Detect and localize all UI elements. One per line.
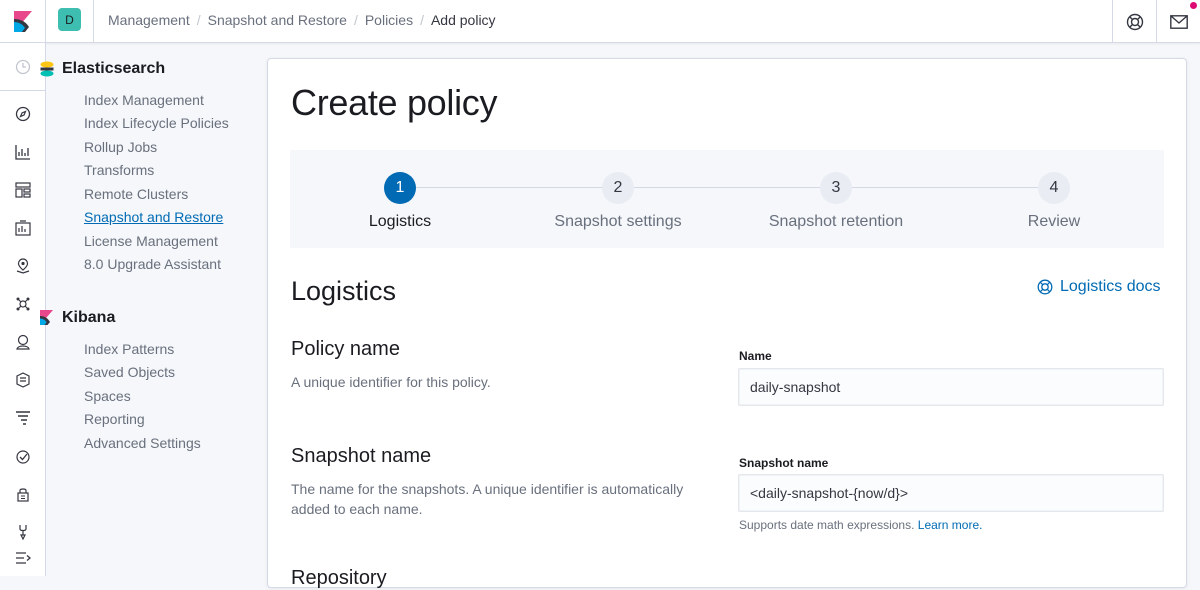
step-1-number[interactable]: 1: [384, 172, 416, 204]
maps-icon[interactable]: [13, 256, 33, 276]
breadcrumb-management[interactable]: Management: [108, 12, 190, 28]
kibana-logo-icon: [13, 10, 32, 32]
snapshot-name-title: Snapshot name: [291, 445, 432, 467]
policy-name-title: Policy name: [291, 338, 400, 360]
discover-compass-icon[interactable]: [13, 104, 33, 124]
canvas-icon[interactable]: [13, 218, 33, 238]
breadcrumb: Management / Snapshot and Restore / Poli…: [108, 12, 496, 28]
step-2-number[interactable]: 2: [602, 172, 634, 204]
help-text: Supports date math expressions.: [739, 518, 915, 532]
space-avatar[interactable]: D: [58, 8, 81, 31]
breadcrumb-separator: /: [196, 12, 201, 28]
security-lock-icon[interactable]: [13, 484, 33, 504]
dashboard-icon[interactable]: [13, 180, 33, 200]
logistics-docs-link[interactable]: Logistics docs: [1037, 278, 1161, 296]
sidebar-item-advanced-settings[interactable]: Advanced Settings: [84, 435, 201, 451]
sidebar-item-license-management[interactable]: License Management: [84, 233, 218, 249]
infrastructure-icon[interactable]: [13, 332, 33, 352]
sidebar-item-reporting[interactable]: Reporting: [84, 411, 145, 427]
step-3-number[interactable]: 3: [820, 172, 852, 204]
mail-icon: [1169, 14, 1188, 29]
collapse-nav-icon[interactable]: [13, 548, 33, 568]
help-button[interactable]: [1112, 0, 1156, 43]
sidebar-item-upgrade-assistant[interactable]: 8.0 Upgrade Assistant: [84, 256, 221, 272]
sidebar-item-rollup-jobs[interactable]: Rollup Jobs: [84, 139, 157, 155]
sidebar-item-snapshot-and-restore[interactable]: Snapshot and Restore: [84, 209, 223, 225]
learn-more-link[interactable]: Learn more.: [918, 518, 983, 532]
policy-name-input[interactable]: [738, 368, 1164, 406]
repository-title: Repository: [291, 567, 387, 589]
step-2-label[interactable]: Snapshot settings: [518, 213, 718, 231]
page-title: Create policy: [291, 82, 498, 123]
help-lifebuoy-icon: [1126, 13, 1143, 30]
step-connector: [634, 187, 820, 188]
sidebar-item-transforms[interactable]: Transforms: [84, 162, 154, 178]
sidebar-group-kibana: Kibana: [40, 309, 116, 327]
sidebar-group-title: Kibana: [62, 309, 116, 326]
elasticsearch-icon: [40, 61, 54, 82]
policy-name-description: A unique identifier for this policy.: [291, 374, 491, 390]
sidebar-item-saved-objects[interactable]: Saved Objects: [84, 364, 175, 380]
snapshot-name-input[interactable]: [738, 474, 1164, 512]
docs-link-label: Logistics docs: [1060, 278, 1161, 295]
step-3-label[interactable]: Snapshot retention: [736, 213, 936, 231]
help-lifebuoy-icon: [1037, 279, 1053, 295]
sidebar-group-elasticsearch: Elasticsearch: [40, 60, 166, 78]
notification-dot: [1188, 0, 1199, 11]
breadcrumb-policies[interactable]: Policies: [365, 12, 413, 28]
step-4-label[interactable]: Review: [954, 213, 1154, 231]
visualize-chart-icon[interactable]: [13, 142, 33, 162]
sidebar-item-index-patterns[interactable]: Index Patterns: [84, 341, 174, 357]
snapshot-name-description: The name for the snapshots. A unique ide…: [291, 481, 684, 517]
nav-divider: [0, 90, 46, 91]
breadcrumb-snapshot-restore[interactable]: Snapshot and Restore: [208, 12, 347, 28]
header-divider: [93, 0, 94, 43]
kibana-logo[interactable]: [0, 0, 46, 43]
recently-viewed-icon[interactable]: [13, 57, 33, 77]
step-connector: [852, 187, 1038, 188]
sidebar-group-title: Elasticsearch: [62, 60, 166, 77]
sidebar-item-spaces[interactable]: Spaces: [84, 388, 131, 404]
section-title: Logistics: [291, 276, 397, 306]
machine-learning-icon[interactable]: [13, 294, 33, 314]
apm-icon[interactable]: [13, 408, 33, 428]
logs-icon[interactable]: [13, 370, 33, 390]
step-connector: [416, 187, 602, 188]
breadcrumb-separator: /: [353, 12, 358, 28]
snapshot-name-help: Supports date math expressions. Learn mo…: [739, 518, 982, 532]
step-1-label[interactable]: Logistics: [300, 213, 500, 231]
top-header: D Management / Snapshot and Restore / Po…: [0, 0, 1200, 43]
breadcrumb-add-policy: Add policy: [430, 12, 496, 28]
kibana-icon: [40, 310, 53, 331]
sidebar-item-index-lifecycle-policies[interactable]: Index Lifecycle Policies: [84, 115, 229, 131]
step-4-number[interactable]: 4: [1038, 172, 1070, 204]
name-label: Name: [739, 349, 772, 363]
newsfeed-button[interactable]: [1156, 0, 1200, 43]
breadcrumb-separator: /: [420, 12, 424, 28]
sidebar-item-index-management[interactable]: Index Management: [84, 92, 204, 108]
sidebar-item-remote-clusters[interactable]: Remote Clusters: [84, 186, 188, 202]
dev-tools-icon[interactable]: [13, 522, 33, 542]
snapshot-name-label: Snapshot name: [739, 456, 829, 470]
steps-progress: 1 Logistics 2 Snapshot settings 3 Snapsh…: [290, 150, 1164, 248]
uptime-icon[interactable]: [13, 446, 33, 466]
